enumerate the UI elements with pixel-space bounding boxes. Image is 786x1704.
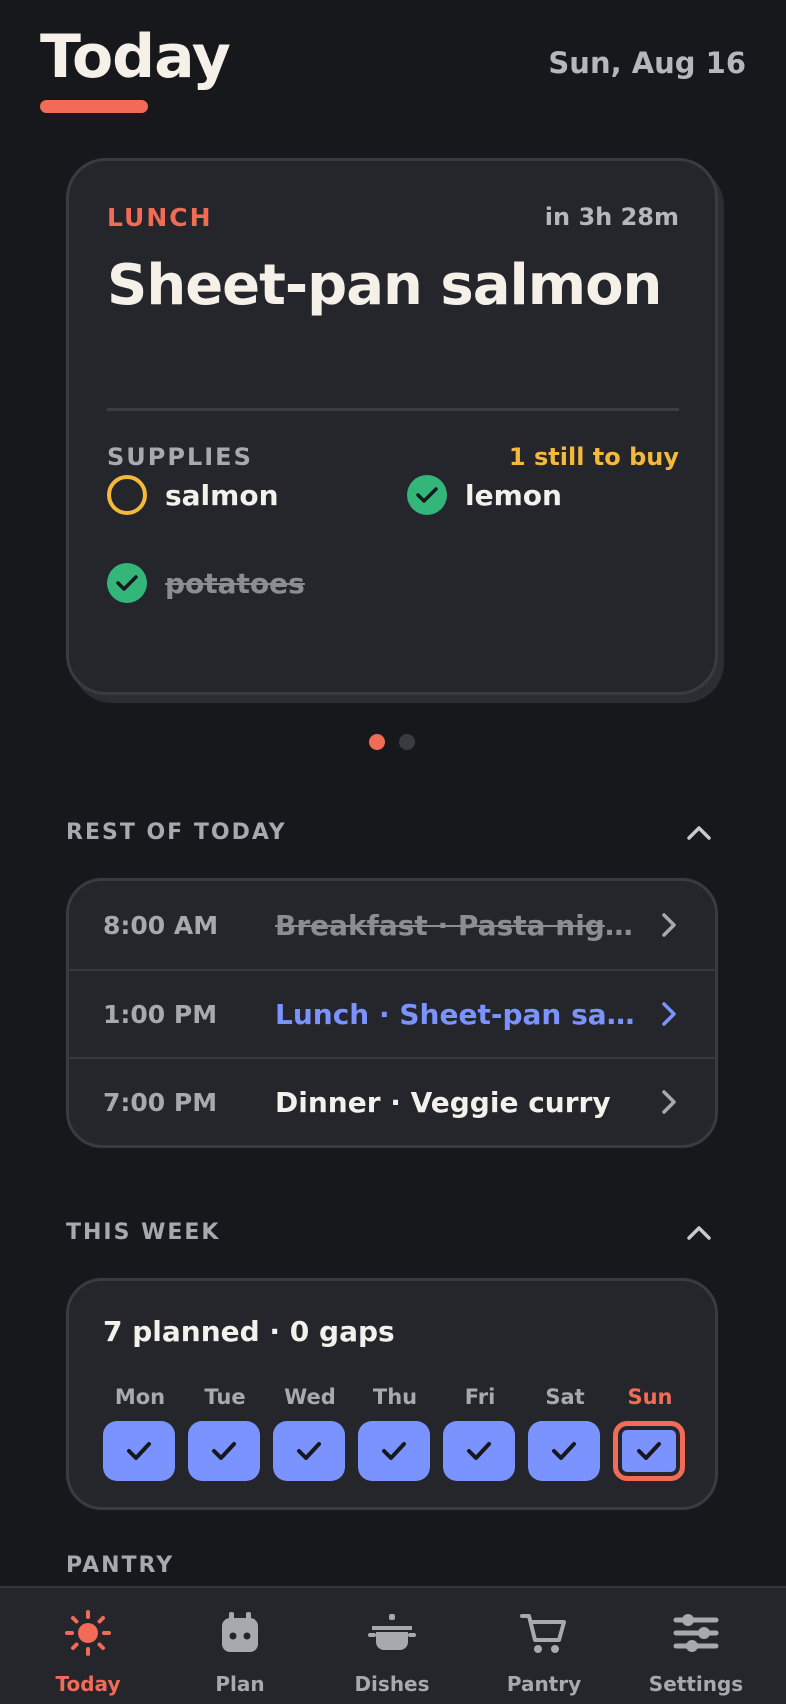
- next-meal-card[interactable]: LUNCH in 3h 28m Sheet-pan salmon SUPPLIE…: [66, 158, 718, 695]
- unchecked-circle-icon[interactable]: [107, 475, 147, 515]
- chevron-right-icon: [662, 1090, 676, 1114]
- check-icon: [127, 1442, 151, 1460]
- supply-item-potatoes[interactable]: potatoes: [107, 563, 305, 603]
- rest-of-today-list: 8:00 AM Breakfast · Pasta night 1:00 PM …: [66, 878, 718, 1148]
- nav-label: Pantry: [506, 1672, 582, 1696]
- row-title: Breakfast · Pasta night: [275, 908, 635, 942]
- check-icon: [382, 1442, 406, 1460]
- supplies-label: SUPPLIES: [107, 443, 253, 471]
- supply-label: salmon: [165, 478, 279, 512]
- section-title-this-week: THIS WEEK: [66, 1220, 221, 1245]
- nav-label: Settings: [648, 1672, 744, 1696]
- check-icon: [297, 1442, 321, 1460]
- header-date: Sun, Aug 16: [548, 46, 746, 80]
- list-item[interactable]: 1:00 PM Lunch · Sheet-pan salmon: [69, 969, 715, 1057]
- chevron-right-icon: [662, 913, 676, 937]
- page-title: Today: [40, 22, 231, 92]
- supplies-status: 1 still to buy: [508, 443, 679, 471]
- section-title-rest-of-today: REST OF TODAY: [66, 820, 287, 845]
- check-icon: [637, 1442, 661, 1460]
- nav-label: Today: [55, 1672, 121, 1696]
- title-underline: [40, 100, 148, 113]
- day-label: Sat: [545, 1385, 585, 1409]
- day-label: Wed: [284, 1385, 336, 1409]
- day-checkbox-today[interactable]: [613, 1421, 685, 1481]
- day-checkbox[interactable]: [188, 1421, 260, 1481]
- section-title-pantry: PANTRY: [66, 1553, 175, 1578]
- meal-name: Sheet-pan salmon: [107, 253, 662, 318]
- row-title: Lunch · Sheet-pan salmon: [275, 997, 635, 1031]
- meal-type-label: LUNCH: [107, 203, 213, 232]
- day-checkbox[interactable]: [273, 1421, 345, 1481]
- pager-dot[interactable]: [399, 734, 415, 750]
- calendar-icon: [222, 1612, 258, 1652]
- list-item[interactable]: 8:00 AM Breakfast · Pasta night: [69, 881, 715, 969]
- bottom-nav: Today Plan Dishes Pantry Settings: [0, 1586, 786, 1704]
- nav-label: Plan: [215, 1672, 265, 1696]
- pot-icon: [368, 1614, 416, 1650]
- chevron-up-icon[interactable]: [686, 1223, 712, 1241]
- nav-label: Dishes: [354, 1672, 430, 1696]
- checkmark-circle-icon[interactable]: [107, 563, 147, 603]
- chevron-right-icon: [662, 1002, 676, 1026]
- day-checkbox[interactable]: [358, 1421, 430, 1481]
- nav-item-settings[interactable]: Settings: [620, 1588, 772, 1704]
- sliders-icon: [673, 1614, 719, 1652]
- row-time: 7:00 PM: [103, 1087, 218, 1117]
- row-time: 1:00 PM: [103, 999, 218, 1029]
- row-title: Dinner · Veggie curry: [275, 1085, 611, 1119]
- checkmark-circle-icon[interactable]: [407, 475, 447, 515]
- check-icon: [552, 1442, 576, 1460]
- card-pager[interactable]: [369, 734, 415, 750]
- check-icon: [212, 1442, 236, 1460]
- supply-item-lemon[interactable]: lemon: [407, 475, 562, 515]
- week-card: 7 planned · 0 gaps Mon Tue Wed Thu Fri S…: [66, 1278, 718, 1510]
- day-checkbox[interactable]: [103, 1421, 175, 1481]
- chevron-up-icon[interactable]: [686, 823, 712, 841]
- day-label: Fri: [464, 1385, 496, 1409]
- nav-item-plan[interactable]: Plan: [164, 1588, 316, 1704]
- nav-item-dishes[interactable]: Dishes: [316, 1588, 468, 1704]
- day-label: Thu: [372, 1385, 418, 1409]
- day-label: Tue: [204, 1385, 246, 1409]
- header: Today Sun, Aug 16: [0, 0, 786, 130]
- row-time: 8:00 AM: [103, 910, 219, 940]
- day-label: Mon: [114, 1385, 166, 1409]
- check-icon: [467, 1442, 491, 1460]
- nav-item-today[interactable]: Today: [12, 1588, 164, 1704]
- divider: [107, 408, 679, 411]
- supply-label: lemon: [465, 478, 562, 512]
- supply-item-salmon[interactable]: salmon: [107, 475, 279, 515]
- nav-item-pantry[interactable]: Pantry: [468, 1588, 620, 1704]
- day-checkbox[interactable]: [528, 1421, 600, 1481]
- sun-icon: [65, 1610, 111, 1656]
- day-label: Sun: [627, 1385, 673, 1409]
- week-summary: 7 planned · 0 gaps: [103, 1315, 395, 1348]
- supply-label: potatoes: [165, 566, 305, 600]
- list-item[interactable]: 7:00 PM Dinner · Veggie curry: [69, 1057, 715, 1145]
- cart-icon: [520, 1614, 566, 1653]
- pager-dot-active[interactable]: [369, 734, 385, 750]
- day-checkbox[interactable]: [443, 1421, 515, 1481]
- meal-eta: in 3h 28m: [544, 203, 679, 231]
